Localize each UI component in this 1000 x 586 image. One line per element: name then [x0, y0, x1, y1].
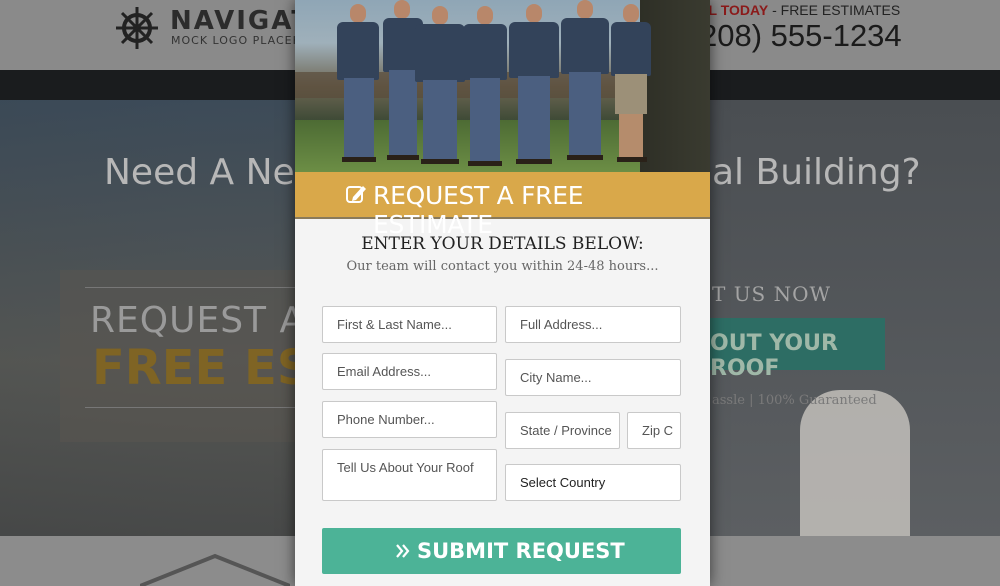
hard-hat-image: [800, 390, 910, 550]
state-input[interactable]: State / Province: [505, 412, 620, 449]
submit-button[interactable]: SUBMIT REQUEST: [322, 528, 681, 574]
guarantee-text: assle | 100% Guaranteed: [712, 393, 877, 408]
roof-message-textarea[interactable]: Tell Us About Your Roof: [322, 449, 497, 501]
hero-title-right: al Building?: [712, 152, 921, 193]
request-line-2: FREE ES: [92, 340, 312, 396]
tell-us-roof-button[interactable]: OUT YOUR ROOF: [710, 318, 885, 381]
header-phone[interactable]: 208) 555-1234: [700, 18, 902, 54]
request-line-1: REQUEST A: [90, 300, 306, 341]
city-input[interactable]: City Name...: [505, 359, 681, 396]
email-input[interactable]: Email Address...: [322, 353, 497, 390]
call-rest: - FREE ESTIMATES: [768, 2, 901, 18]
double-chevron-right-icon: [396, 544, 410, 558]
estimate-modal: REQUEST A FREE ESTIMATE ENTER YOUR DETAI…: [295, 0, 710, 586]
edit-icon: [346, 186, 366, 203]
contact-us-heading: T US NOW: [712, 282, 832, 306]
submit-label: SUBMIT REQUEST: [417, 539, 625, 563]
form-heading: ENTER YOUR DETAILS BELOW:: [361, 234, 644, 254]
house-roof-icon: [140, 553, 290, 586]
banner-title: REQUEST A FREE ESTIMATE: [373, 181, 584, 239]
divider: [85, 407, 300, 408]
phone-input[interactable]: Phone Number...: [322, 401, 497, 438]
ship-wheel-icon: [116, 7, 158, 49]
name-input[interactable]: First & Last Name...: [322, 306, 497, 343]
call-today-text: LL TODAY - FREE ESTIMATES: [700, 2, 900, 18]
form-subheading: Our team will contact you within 24-48 h…: [346, 259, 659, 274]
zip-input[interactable]: Zip C: [627, 412, 681, 449]
roof-button-label: OUT YOUR ROOF: [710, 331, 838, 381]
team-photo: [295, 0, 710, 172]
address-input[interactable]: Full Address...: [505, 306, 681, 343]
call-highlight: LL TODAY: [700, 2, 769, 18]
divider: [85, 287, 300, 288]
estimate-banner: REQUEST A FREE ESTIMATE: [295, 172, 710, 239]
hero-title-left: Need A New: [104, 152, 325, 193]
country-select[interactable]: Select Country: [505, 464, 681, 501]
